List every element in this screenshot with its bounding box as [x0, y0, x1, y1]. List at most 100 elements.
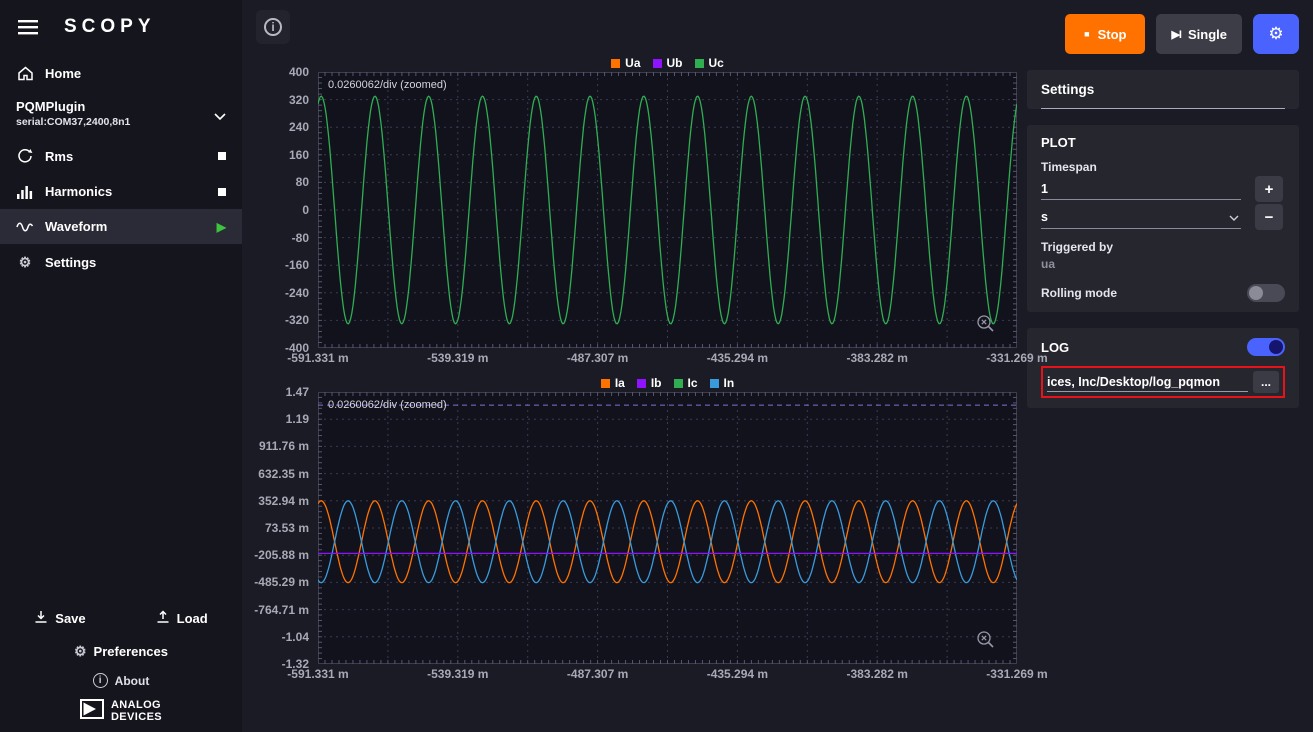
x-tick-label: -539.319 m [427, 667, 488, 681]
sidebar-item-settings[interactable]: ⚙ Settings [0, 244, 242, 281]
x-tick-label: -487.307 m [567, 351, 628, 365]
home-label: Home [45, 66, 81, 81]
x-tick-label: -591.331 m [287, 667, 348, 681]
sidebar-item-waveform[interactable]: Waveform ▶ [0, 209, 242, 244]
plots-area: i UaUbUc 400320240160800-80-160-240-320-… [242, 0, 1021, 732]
log-path-input[interactable] [1047, 373, 1248, 392]
chevron-down-icon[interactable] [214, 107, 226, 125]
zoom-reset-icon[interactable] [976, 630, 995, 654]
legend-swatch-icon [637, 379, 646, 388]
x-tick-label: -383.282 m [846, 351, 907, 365]
legend-item: Ic [674, 376, 698, 390]
y-tick-label: 632.35 m [258, 467, 309, 481]
stop-icon: ■ [1084, 29, 1089, 39]
settings-header-card: Settings [1027, 70, 1299, 109]
plot-settings-card: PLOT Timespan + s − Triggered by u [1027, 125, 1299, 312]
legend-swatch-icon [653, 59, 662, 68]
analog-devices-logo: ANALOG DEVICES [80, 692, 162, 726]
stopped-indicator-icon [218, 188, 226, 196]
save-button[interactable]: Save [28, 609, 91, 628]
sidebar-footer: Save Load ⚙ Preferences i About [0, 599, 242, 732]
gear-icon: ⚙ [74, 643, 87, 660]
y-tick-label: 320 [289, 93, 309, 107]
current-x-axis: -591.331 m-539.319 m-487.307 m-435.294 m… [318, 667, 1017, 683]
zoom-reset-icon[interactable] [976, 314, 995, 338]
sidebar-item-harmonics[interactable]: Harmonics [0, 174, 242, 209]
timespan-increment-button[interactable]: + [1255, 176, 1283, 202]
log-settings-card: LOG ... [1027, 328, 1299, 408]
analog-devices-logo-icon [80, 699, 104, 724]
log-toggle[interactable] [1247, 338, 1285, 356]
load-button[interactable]: Load [150, 609, 214, 628]
div-scale-label: 0.0260062/div (zoomed) [328, 79, 447, 91]
y-tick-label: -320 [285, 313, 309, 327]
main-content: i UaUbUc 400320240160800-80-160-240-320-… [242, 0, 1313, 732]
scopy-app: SCOPY Home PQMPlugin serial:COM37,2400,8… [0, 0, 1313, 732]
legend-swatch-icon [695, 59, 704, 68]
triggered-by-value: ua [1041, 257, 1285, 271]
voltage-plot[interactable]: 0.0260062/div (zoomed) [318, 72, 1017, 348]
timespan-input[interactable] [1041, 179, 1241, 200]
sidebar-item-rms[interactable]: Rms [0, 138, 242, 174]
timespan-unit-select[interactable]: s [1041, 206, 1241, 229]
info-button[interactable]: i [256, 10, 290, 44]
legend-item: Ua [611, 56, 640, 70]
preferences-button[interactable]: ⚙ Preferences [74, 634, 168, 669]
timespan-decrement-button[interactable]: − [1255, 204, 1283, 230]
stop-button[interactable]: ■ Stop [1065, 14, 1145, 54]
y-tick-label: 400 [289, 65, 309, 79]
plugin-subtitle: serial:COM37,2400,8n1 [16, 116, 130, 128]
x-tick-label: -487.307 m [567, 667, 628, 681]
x-tick-label: -435.294 m [707, 667, 768, 681]
menu-icon[interactable] [18, 20, 38, 35]
waveform-label: Waveform [45, 219, 107, 234]
right-panel: ■ Stop ▶I Single ⚙ Settings PLOT Timespa… [1021, 0, 1313, 732]
y-tick-label: 1.47 [286, 385, 309, 399]
y-tick-label: 240 [289, 120, 309, 134]
info-icon: i [93, 673, 108, 688]
current-y-axis: 1.471.19911.76 m632.35 m352.94 m73.53 m-… [256, 392, 318, 664]
y-tick-label: -240 [285, 286, 309, 300]
plugin-title: PQMPlugin [16, 99, 130, 114]
y-tick-label: -1.04 [282, 630, 309, 644]
browse-button[interactable]: ... [1253, 371, 1279, 393]
y-tick-label: 911.76 m [259, 439, 309, 453]
legend-item: Ub [653, 56, 683, 70]
current-chart: IaIbIcIn 1.471.19911.76 m632.35 m352.94 … [256, 374, 1017, 690]
single-button[interactable]: ▶I Single [1156, 14, 1242, 54]
rolling-mode-label: Rolling mode [1041, 286, 1117, 300]
rms-label: Rms [45, 149, 73, 164]
sidebar-item-pqmplugin[interactable]: PQMPlugin serial:COM37,2400,8n1 [0, 91, 242, 138]
y-tick-label: -485.29 m [254, 575, 309, 589]
y-tick-label: -764.71 m [254, 603, 309, 617]
y-tick-label: 352.94 m [258, 494, 309, 508]
sidebar-item-home[interactable]: Home [0, 56, 242, 91]
y-tick-label: 80 [296, 175, 309, 189]
info-icon: i [264, 18, 282, 36]
voltage-y-axis: 400320240160800-80-160-240-320-400 [256, 72, 318, 348]
div-scale-label: 0.0260062/div (zoomed) [328, 399, 447, 411]
save-icon [34, 610, 48, 627]
rolling-mode-toggle[interactable] [1247, 284, 1285, 302]
current-plot[interactable]: 0.0260062/div (zoomed) [318, 392, 1017, 664]
y-tick-label: 160 [289, 148, 309, 162]
legend-swatch-icon [601, 379, 610, 388]
voltage-chart: UaUbUc 400320240160800-80-160-240-320-40… [256, 54, 1017, 374]
about-button[interactable]: i About [93, 669, 150, 692]
triggered-by-label: Triggered by [1041, 240, 1285, 254]
x-tick-label: -591.331 m [287, 351, 348, 365]
y-tick-label: 0 [302, 203, 309, 217]
gear-icon: ⚙ [16, 254, 34, 271]
run-toolbar: ■ Stop ▶I Single ⚙ [1027, 14, 1299, 54]
harmonics-label: Harmonics [45, 184, 112, 199]
waveform-icon [16, 221, 34, 233]
legend-item: Ib [637, 376, 662, 390]
x-tick-label: -539.319 m [427, 351, 488, 365]
y-tick-label: -160 [285, 258, 309, 272]
settings-label: Settings [45, 255, 96, 270]
chevron-down-icon [1229, 210, 1239, 224]
general-settings-button[interactable]: ⚙ [1253, 14, 1299, 54]
current-legend: IaIbIcIn [318, 374, 1017, 392]
home-icon [16, 66, 34, 81]
gear-icon: ⚙ [1268, 24, 1283, 44]
